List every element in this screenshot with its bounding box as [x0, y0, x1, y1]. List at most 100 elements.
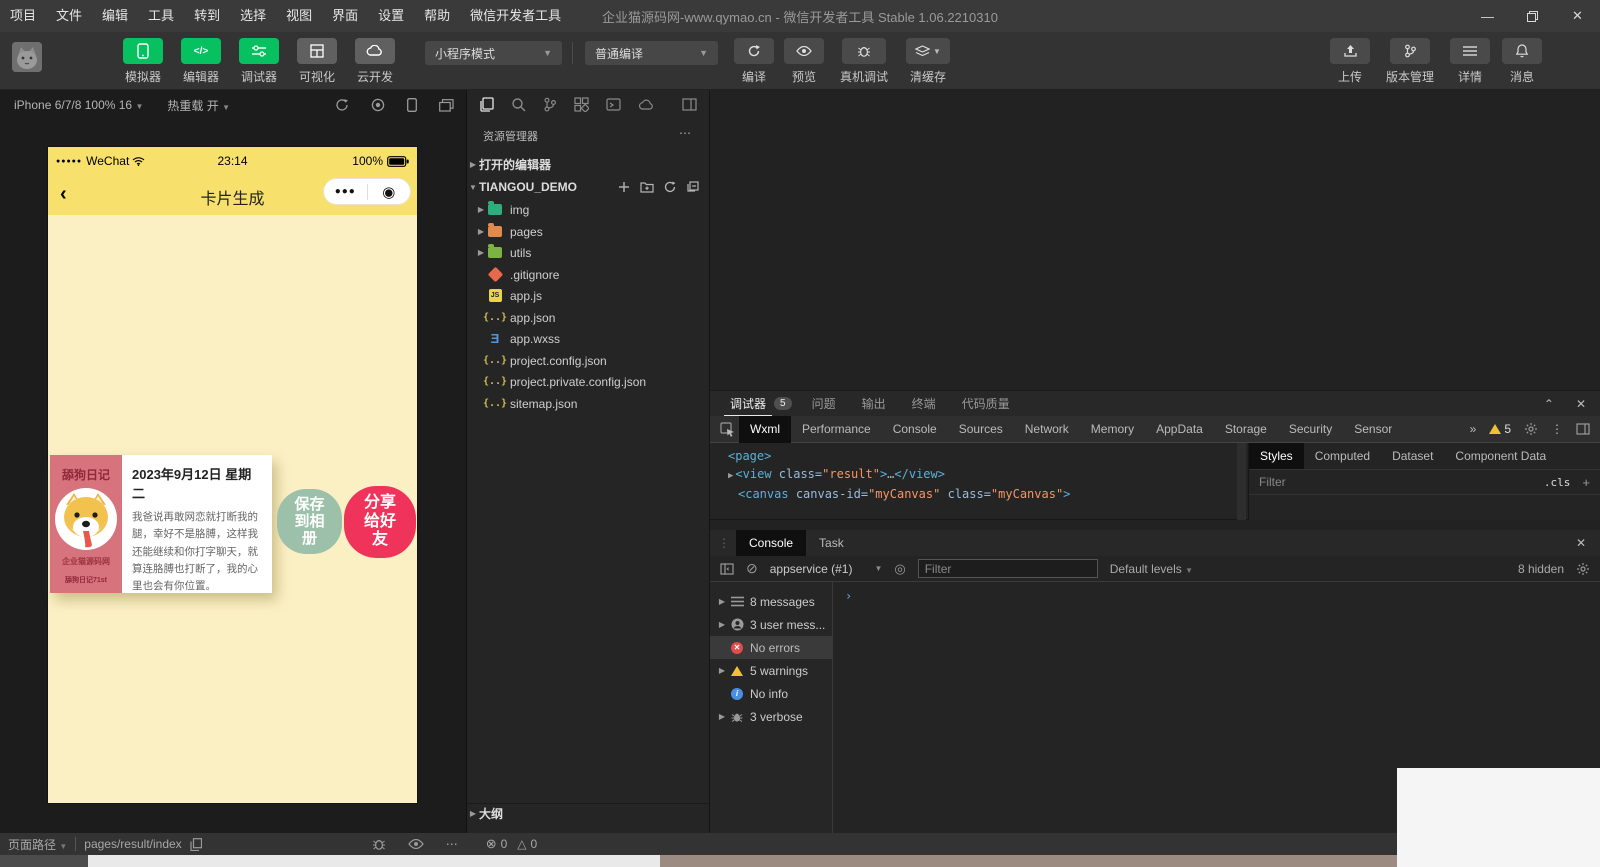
statusbar-bug-icon[interactable] — [372, 837, 386, 851]
clear-cache-button[interactable]: ▼ 清缓存 — [903, 38, 953, 85]
user-messages-filter-item[interactable]: ▶ 3 user mess... — [710, 613, 832, 636]
page-path-selector[interactable]: 页面路径 ▼ — [8, 836, 67, 853]
menu-tools[interactable]: 工具 — [138, 0, 184, 32]
devtools-tab-appdata[interactable]: AppData — [1145, 416, 1214, 443]
real-device-debug-button[interactable]: 真机调试 — [833, 38, 895, 85]
dock-side-icon[interactable] — [1576, 423, 1590, 435]
computed-tab[interactable]: Computed — [1304, 443, 1381, 469]
minimize-button[interactable]: — — [1465, 0, 1510, 32]
cloud-panel-icon[interactable] — [638, 98, 654, 111]
menu-help[interactable]: 帮助 — [414, 0, 460, 32]
console-tab[interactable]: Console — [736, 530, 806, 556]
maximize-button[interactable] — [1510, 0, 1555, 32]
split-editor-icon[interactable] — [682, 98, 697, 111]
warnings-filter-item[interactable]: ▶ 5 warnings — [710, 659, 832, 682]
close-button[interactable]: ✕ — [1555, 0, 1600, 32]
menu-devtools[interactable]: 微信开发者工具 — [460, 0, 571, 32]
console-filter-input[interactable] — [918, 559, 1098, 578]
clear-console-icon[interactable]: ⊘ — [746, 560, 758, 577]
more-tabs-icon[interactable]: » — [1470, 422, 1477, 436]
share-to-friend-button[interactable]: 分享给好友 — [344, 486, 416, 558]
live-expression-icon[interactable]: ◎ — [894, 561, 905, 577]
messages-filter-item[interactable]: ▶ 8 messages — [710, 590, 832, 613]
collapse-all-icon[interactable] — [686, 181, 699, 193]
device-frame-icon[interactable] — [407, 98, 417, 112]
file-row-pages[interactable]: ▶ pages — [467, 221, 709, 242]
warning-counter[interactable]: 5 — [1489, 422, 1511, 436]
devtools-tab-performance[interactable]: Performance — [791, 416, 882, 443]
styles-tab[interactable]: Styles — [1249, 443, 1304, 469]
copy-path-icon[interactable] — [190, 838, 202, 851]
npm-scripts-icon[interactable] — [606, 97, 621, 112]
preview-button[interactable]: 预览 — [783, 38, 825, 85]
devtools-tab-sensor[interactable]: Sensor — [1343, 416, 1403, 443]
tab-debugger[interactable]: 调试器 — [724, 391, 772, 417]
statusbar-more-icon[interactable]: ⋯ — [446, 837, 458, 851]
tab-code-quality[interactable]: 代码质量 — [956, 391, 1016, 417]
compile-mode-select[interactable]: 普通编译▼ — [585, 41, 718, 65]
menu-file[interactable]: 文件 — [46, 0, 92, 32]
cloud-dev-toggle[interactable]: 云开发 — [350, 38, 400, 85]
code-scrollbar[interactable] — [1237, 443, 1246, 520]
multi-window-icon[interactable] — [439, 99, 454, 112]
inspect-element-icon[interactable] — [720, 422, 735, 437]
log-levels-selector[interactable]: Default levels ▼ — [1110, 562, 1193, 576]
file-row-projectprivateconfig[interactable]: {..} project.private.config.json — [467, 371, 709, 392]
open-editors-section[interactable]: ▶ 打开的编辑器 — [467, 154, 709, 174]
file-row-appjs[interactable]: JS app.js — [467, 285, 709, 306]
exit-target-icon[interactable]: ◉ — [368, 183, 411, 201]
menu-view[interactable]: 视图 — [276, 0, 322, 32]
details-button[interactable]: 详情 — [1450, 38, 1490, 85]
file-row-appwxss[interactable]: Ǝ app.wxss — [467, 328, 709, 349]
info-filter-item[interactable]: i No info — [710, 682, 832, 705]
collapse-panel-icon[interactable]: ⌃ — [1544, 397, 1554, 411]
component-data-tab[interactable]: Component Data — [1444, 443, 1557, 469]
expand-caret-icon[interactable]: ▶ — [728, 471, 733, 481]
gear-icon[interactable] — [1524, 422, 1538, 436]
verbose-filter-item[interactable]: ▶ 3 verbose — [710, 705, 832, 728]
refresh-icon[interactable] — [664, 181, 676, 193]
hot-reload-toggle[interactable]: 热重载 开 ▼ — [167, 97, 230, 114]
user-avatar[interactable] — [12, 42, 42, 72]
problems-counter[interactable]: ⊗0 △0 — [486, 836, 538, 852]
editor-toggle[interactable]: </> 编辑器 — [176, 38, 226, 85]
new-folder-icon[interactable] — [640, 181, 654, 193]
close-panel-icon[interactable]: ✕ — [1576, 397, 1586, 411]
close-console-icon[interactable]: ✕ — [1576, 536, 1586, 550]
upload-button[interactable]: 上传 — [1330, 38, 1370, 85]
kebab-menu-icon[interactable]: ⋮ — [1551, 422, 1563, 436]
drag-handle-icon[interactable]: ⋮ — [718, 536, 730, 550]
menu-settings[interactable]: 设置 — [368, 0, 414, 32]
tab-terminal[interactable]: 终端 — [906, 391, 942, 417]
file-row-sitemap[interactable]: {..} sitemap.json — [467, 393, 709, 414]
menu-edit[interactable]: 编辑 — [92, 0, 138, 32]
devtools-tab-memory[interactable]: Memory — [1080, 416, 1145, 443]
console-prompt-chevron[interactable]: › — [845, 589, 852, 603]
messages-button[interactable]: 消息 — [1502, 38, 1542, 85]
debugger-toggle[interactable]: 调试器 — [234, 38, 284, 85]
dataset-tab[interactable]: Dataset — [1381, 443, 1444, 469]
outline-section[interactable]: ▶ 大纲 — [467, 803, 709, 823]
context-selector[interactable]: appservice (#1)▼ — [770, 562, 883, 576]
file-row-utils[interactable]: ▶ utils — [467, 242, 709, 263]
horizontal-scrollbar-thumb[interactable] — [88, 855, 660, 867]
explorer-more-icon[interactable]: ⋯ — [679, 126, 691, 140]
tab-output[interactable]: 输出 — [856, 391, 892, 417]
cls-toggle-button[interactable]: .cls — [1544, 476, 1571, 489]
extensions-icon[interactable] — [574, 97, 589, 112]
visual-toggle[interactable]: 可视化 — [292, 38, 342, 85]
errors-filter-item[interactable]: ✕ No errors — [710, 636, 832, 659]
menu-interface[interactable]: 界面 — [322, 0, 368, 32]
source-control-icon[interactable] — [543, 97, 557, 112]
styles-filter-placeholder[interactable]: Filter — [1259, 475, 1286, 489]
new-file-icon[interactable] — [618, 181, 630, 193]
file-row-projectconfig[interactable]: {..} project.config.json — [467, 350, 709, 371]
new-style-rule-icon[interactable]: + — [1582, 475, 1590, 490]
devtools-tab-storage[interactable]: Storage — [1214, 416, 1278, 443]
menu-goto[interactable]: 转到 — [184, 0, 230, 32]
devtools-tab-security[interactable]: Security — [1278, 416, 1343, 443]
sidebar-toggle-icon[interactable] — [720, 563, 734, 575]
files-icon[interactable] — [479, 97, 494, 112]
devtools-tab-wxml[interactable]: Wxml — [739, 416, 791, 443]
menu-select[interactable]: 选择 — [230, 0, 276, 32]
